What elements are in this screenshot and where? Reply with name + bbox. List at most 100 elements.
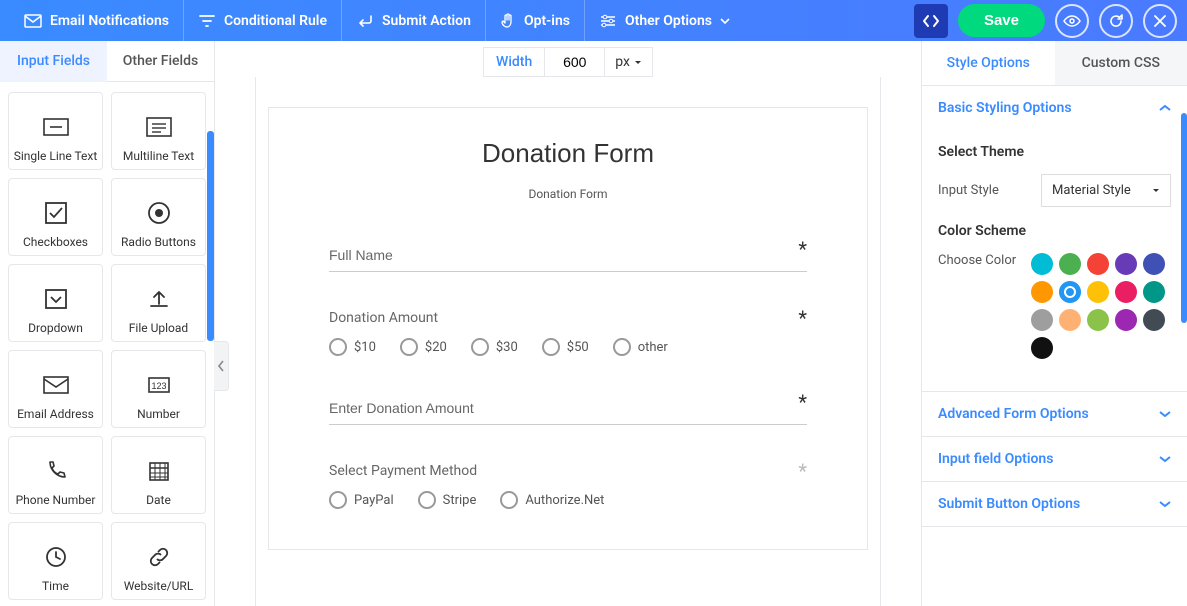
color-swatch[interactable] <box>1143 309 1165 331</box>
color-swatch[interactable] <box>1115 309 1137 331</box>
mail-icon <box>24 14 42 28</box>
field-tile-single-line-text[interactable]: Single Line Text <box>8 92 103 170</box>
enter-amount-input[interactable] <box>329 394 807 425</box>
field-tile-label: Phone Number <box>16 493 96 507</box>
payment-option[interactable]: Authorize.Net <box>500 491 604 509</box>
radio-icon <box>613 338 631 356</box>
field-tile-icon <box>43 197 69 229</box>
menu-label: Other Options <box>625 13 712 29</box>
amount-option[interactable]: $20 <box>400 338 447 356</box>
radio-label: PayPal <box>354 493 394 508</box>
width-unit-select[interactable]: px <box>604 47 653 77</box>
field-tile-label: Number <box>137 407 180 421</box>
close-button[interactable] <box>1143 4 1177 38</box>
field-tile-number[interactable]: 123 Number <box>111 350 206 428</box>
code-button[interactable] <box>914 4 948 38</box>
collapse-left-panel[interactable] <box>214 341 229 391</box>
svg-text:123: 123 <box>151 381 166 391</box>
field-tile-date[interactable]: Date <box>111 436 206 514</box>
section-advanced-form[interactable]: Advanced Form Options <box>922 392 1187 436</box>
color-swatch[interactable] <box>1143 253 1165 275</box>
color-swatch[interactable] <box>1087 309 1109 331</box>
color-swatch[interactable] <box>1115 281 1137 303</box>
menu-conditional-rule[interactable]: Conditional Rule <box>184 0 342 41</box>
field-tile-label: Email Address <box>17 407 94 421</box>
section-submit-button[interactable]: Submit Button Options <box>922 482 1187 526</box>
field-tile-email-address[interactable]: Email Address <box>8 350 103 428</box>
field-tile-icon <box>146 197 172 229</box>
tab-custom-css[interactable]: Custom CSS <box>1055 41 1187 86</box>
menu-optins[interactable]: Opt-ins <box>486 0 585 41</box>
required-indicator: * <box>798 390 807 414</box>
canvas-area: Width px Donation Form Donation Form * D… <box>215 41 921 606</box>
color-swatch[interactable] <box>1059 281 1081 303</box>
field-tile-radio-buttons[interactable]: Radio Buttons <box>111 178 206 256</box>
optional-indicator: * <box>798 459 807 483</box>
menu-submit-action[interactable]: Submit Action <box>342 0 486 41</box>
donation-amount-label: Donation Amount <box>329 310 807 326</box>
menu-label: Email Notifications <box>50 13 169 29</box>
field-tile-icon <box>145 111 173 143</box>
color-swatch[interactable] <box>1031 337 1053 359</box>
scrollbar-thumb[interactable] <box>207 131 214 341</box>
topbar: Email Notifications Conditional Rule Sub… <box>0 0 1187 41</box>
field-tile-website-url[interactable]: Website/URL <box>111 522 206 600</box>
color-swatch[interactable] <box>1031 253 1053 275</box>
payment-option[interactable]: Stripe <box>418 491 477 509</box>
field-tile-dropdown[interactable]: Dropdown <box>8 264 103 342</box>
tab-input-fields[interactable]: Input Fields <box>0 41 107 82</box>
right-panel: Style Options Custom CSS Basic Styling O… <box>921 41 1187 606</box>
color-swatch[interactable] <box>1059 309 1081 331</box>
input-style-select[interactable]: Material Style <box>1041 174 1171 207</box>
left-panel: Input Fields Other Fields Single Line Te… <box>0 41 215 606</box>
color-swatch[interactable] <box>1087 253 1109 275</box>
field-tile-icon: 123 <box>145 369 173 401</box>
section-basic-styling[interactable]: Basic Styling Options <box>922 86 1187 130</box>
chevron-up-icon <box>1159 104 1171 112</box>
chevron-down-icon <box>720 18 730 24</box>
field-tile-icon <box>147 541 171 573</box>
menu-email-notifications[interactable]: Email Notifications <box>10 0 184 41</box>
full-name-input[interactable] <box>329 241 807 272</box>
field-tile-checkboxes[interactable]: Checkboxes <box>8 178 103 256</box>
color-swatch[interactable] <box>1059 253 1081 275</box>
required-indicator: * <box>798 306 807 330</box>
amount-option[interactable]: other <box>613 338 668 356</box>
tab-other-fields[interactable]: Other Fields <box>107 41 214 82</box>
color-swatch[interactable] <box>1031 281 1053 303</box>
field-tile-icon <box>44 455 68 487</box>
field-tile-icon <box>42 111 70 143</box>
color-swatch[interactable] <box>1115 253 1137 275</box>
sliders-icon <box>599 14 617 28</box>
payment-option[interactable]: PayPal <box>329 491 394 509</box>
reload-button[interactable] <box>1099 4 1133 38</box>
tab-style-options[interactable]: Style Options <box>922 41 1055 86</box>
scrollbar-thumb[interactable] <box>1181 113 1187 323</box>
radio-label: $50 <box>567 340 589 355</box>
chevron-down-icon <box>1159 410 1171 418</box>
menu-other-options[interactable]: Other Options <box>585 0 744 41</box>
payment-method-label: Select Payment Method <box>329 463 807 479</box>
field-tile-icon <box>44 541 68 573</box>
save-button[interactable]: Save <box>958 4 1045 37</box>
section-input-field[interactable]: Input field Options <box>922 437 1187 481</box>
field-tile-phone-number[interactable]: Phone Number <box>8 436 103 514</box>
preview-button[interactable] <box>1055 4 1089 38</box>
hand-icon <box>500 13 516 29</box>
color-swatch[interactable] <box>1031 309 1053 331</box>
enter-icon <box>356 14 374 28</box>
field-tile-icon <box>43 283 69 315</box>
amount-option[interactable]: $10 <box>329 338 376 356</box>
amount-option[interactable]: $30 <box>471 338 518 356</box>
menu-label: Submit Action <box>382 13 471 29</box>
choose-color-label: Choose Color <box>938 253 1016 268</box>
field-tile-file-upload[interactable]: File Upload <box>111 264 206 342</box>
radio-icon <box>329 338 347 356</box>
field-tile-label: Radio Buttons <box>121 235 196 249</box>
width-input[interactable] <box>544 47 604 77</box>
field-tile-time[interactable]: Time <box>8 522 103 600</box>
amount-option[interactable]: $50 <box>542 338 589 356</box>
color-swatch[interactable] <box>1143 281 1165 303</box>
color-swatch[interactable] <box>1087 281 1109 303</box>
field-tile-multiline-text[interactable]: Multiline Text <box>111 92 206 170</box>
